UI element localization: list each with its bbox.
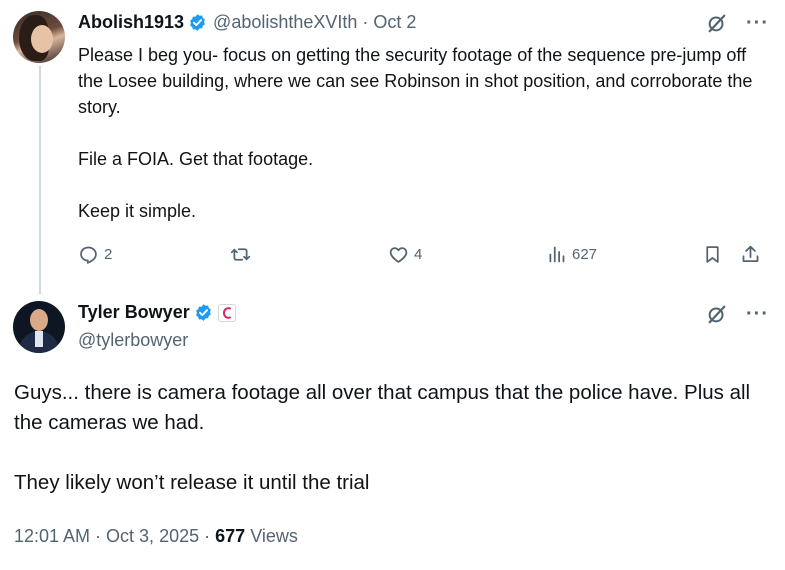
retweet-icon <box>230 248 251 261</box>
handle[interactable]: @tylerbowyer <box>78 330 188 351</box>
reply-count: 2 <box>104 246 113 263</box>
tweet-timestamp[interactable]: 12:01 AM · Oct 3, 2025 · <box>14 526 210 546</box>
thread-connector-line <box>39 66 41 294</box>
tweet-paragraph: Guys... there is camera footage all over… <box>14 381 751 434</box>
tweet-header: Tyler Bowyer <box>78 302 236 323</box>
grok-icon[interactable] <box>706 12 728 34</box>
bookmark-icon <box>706 246 719 263</box>
handle[interactable]: @abolishtheXVIth <box>213 12 357 33</box>
reply-button[interactable]: 2 <box>78 244 112 265</box>
views-label: Views <box>250 526 298 546</box>
tweet-date[interactable]: Oct 2 <box>373 12 416 33</box>
display-name[interactable]: Abolish1913 <box>78 12 184 33</box>
like-count: 4 <box>414 246 423 263</box>
reply-icon <box>80 246 97 264</box>
bookmark-button[interactable] <box>702 244 723 265</box>
verified-badge-icon <box>195 304 211 321</box>
tweet-text: Please I beg you- focus on getting the s… <box>78 42 758 224</box>
verified-badge-icon <box>190 14 205 31</box>
tweet-action-bar: 2 4 627 <box>78 244 768 272</box>
tweet-paragraph: Keep it simple. <box>78 201 197 221</box>
tweet-text: Guys... there is camera footage all over… <box>14 378 774 498</box>
tweet-top-actions: ··· <box>706 303 769 325</box>
grok-icon[interactable] <box>706 303 728 325</box>
views-icon <box>549 246 565 263</box>
separator: · <box>362 12 369 32</box>
avatar[interactable] <box>13 301 65 353</box>
tweet-header: Abolish1913 @abolishtheXVIth · Oct 2 <box>78 12 416 33</box>
views-count: 627 <box>572 246 598 263</box>
retweet-button[interactable] <box>230 244 256 265</box>
tweet-paragraph: Please I beg you- focus on getting the s… <box>78 45 753 117</box>
avatar[interactable] <box>13 11 65 63</box>
tweet-paragraph: File a FOIA. Get that footage. <box>78 149 314 169</box>
tweet-meta: 12:01 AM · Oct 3, 2025 · 677 Views <box>14 526 298 547</box>
affiliation-badge-icon[interactable] <box>217 303 236 322</box>
display-name[interactable]: Tyler Bowyer <box>78 302 190 323</box>
like-button[interactable]: 4 <box>388 244 422 265</box>
more-icon[interactable]: ··· <box>746 13 769 33</box>
share-button[interactable] <box>740 244 761 265</box>
more-icon[interactable]: ··· <box>746 304 769 324</box>
share-icon <box>742 245 759 262</box>
tweet-paragraph: They likely won’t release it until the t… <box>14 471 370 494</box>
like-icon <box>389 247 408 263</box>
tweet-top-actions: ··· <box>706 12 769 34</box>
views-button[interactable]: 627 <box>546 244 597 265</box>
views-count: 677 <box>215 526 246 546</box>
